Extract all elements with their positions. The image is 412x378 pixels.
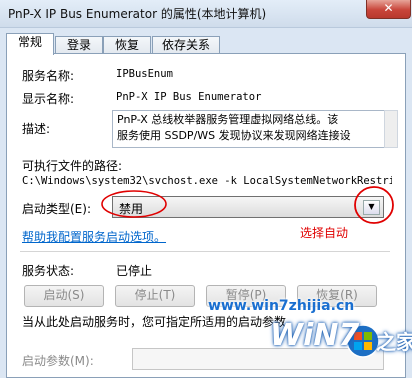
description-label: 描述:: [22, 122, 51, 136]
description-field[interactable]: PnP-X 总线枚举器服务管理虚拟网络总线。该 服务使用 SSDP/WS 发现协…: [112, 110, 386, 148]
service-status-value: 已停止: [116, 264, 153, 278]
tab-strip: 常规 登录 恢复 依存关系: [6, 33, 406, 55]
watermark-url: www.win7zhijia.cn: [208, 298, 355, 314]
help-configure-link[interactable]: 帮助我配置服务启动选项。: [22, 228, 166, 245]
start-button[interactable]: 启动(S): [24, 285, 104, 307]
annotation-circle-startup-value: [101, 190, 167, 218]
service-name-label: 服务名称:: [22, 69, 75, 83]
tab-general[interactable]: 常规: [6, 33, 54, 55]
divider: [20, 251, 390, 252]
startup-type-label: 启动类型(E):: [22, 202, 91, 216]
exe-path-value: C:\Windows\system32\svchost.exe -k Local…: [22, 175, 392, 187]
description-line-2: 服务使用 SSDP/WS 发现协议来发现网络连接设: [117, 129, 351, 142]
watermark-brand-suffix: 之家: [376, 330, 412, 354]
annotation-select-auto: 选择自动: [300, 226, 349, 240]
tab-dependencies[interactable]: 依存关系: [152, 36, 220, 54]
watermark: www.win7zhijia.cn WiN7 之家: [200, 290, 412, 370]
tab-recovery[interactable]: 恢复: [103, 36, 151, 54]
service-status-label: 服务状态:: [22, 264, 75, 278]
annotation-circle-dropdown: [354, 186, 394, 224]
watermark-brand: WiN7: [270, 318, 360, 353]
description-scrollbar[interactable]: [384, 110, 398, 148]
display-name-label: 显示名称:: [22, 92, 75, 106]
tab-logon[interactable]: 登录: [55, 36, 103, 54]
title-bar: PnP-X IP Bus Enumerator 的属性(本地计算机) ✕: [0, 0, 412, 28]
service-name-value: IPBusEnum: [116, 68, 173, 80]
description-line-1: PnP-X 总线枚举器服务管理虚拟网络总线。该: [117, 113, 339, 126]
display-name-value: PnP-X IP Bus Enumerator: [116, 91, 262, 103]
window-title: PnP-X IP Bus Enumerator 的属性(本地计算机): [8, 7, 267, 21]
start-params-label: 启动参数(M):: [22, 354, 94, 368]
close-button[interactable]: ✕: [366, 0, 411, 19]
stop-button[interactable]: 停止(T): [115, 285, 195, 307]
close-icon: ✕: [383, 1, 394, 15]
exe-path-label: 可执行文件的路径:: [22, 159, 123, 173]
